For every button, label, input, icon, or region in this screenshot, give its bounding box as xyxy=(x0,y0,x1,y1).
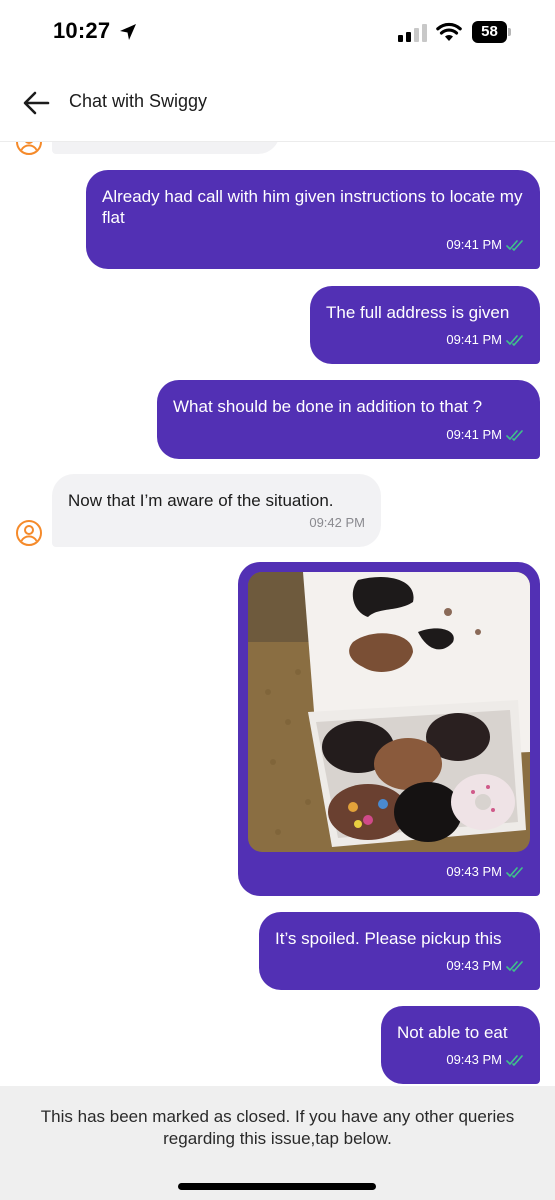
double-check-icon xyxy=(506,960,523,972)
message-meta: 09:43 PM xyxy=(446,861,524,882)
location-arrow-icon xyxy=(120,24,136,40)
home-indicator[interactable] xyxy=(178,1183,376,1190)
arrow-left-icon[interactable] xyxy=(22,90,50,116)
message-text: Not able to eat xyxy=(397,1023,508,1042)
message-text: It’s spoiled. Please pickup this xyxy=(275,929,502,948)
message-bubble-incoming[interactable]: Now that I’m aware of the situation. 09:… xyxy=(52,474,381,547)
message-text: The full address is given xyxy=(326,303,510,322)
status-time: 10:27 xyxy=(53,18,111,43)
message-time: 09:41 PM xyxy=(446,237,502,252)
message-text: Now that I’m aware of the situation. xyxy=(68,491,334,510)
message-meta: 09:43 PM xyxy=(446,955,524,976)
status-bar: 10:27 58 xyxy=(0,0,555,64)
message-bubble-outgoing[interactable]: It’s spoiled. Please pickup this 09:43 P… xyxy=(259,912,540,990)
message-text: What should be done in addition to that … xyxy=(173,397,483,416)
chat-message-list[interactable]: Already had call with him given instruct… xyxy=(0,142,555,1086)
battery-indicator: 58 xyxy=(472,21,512,43)
double-check-icon xyxy=(506,1054,523,1066)
battery-level: 58 xyxy=(481,23,498,40)
double-check-icon xyxy=(506,429,523,441)
message-time: 09:41 PM xyxy=(446,427,502,442)
cellular-signal-icon xyxy=(398,24,427,42)
message-bubble-outgoing[interactable]: What should be done in addition to that … xyxy=(157,380,540,459)
double-check-icon xyxy=(506,866,523,878)
double-check-icon xyxy=(506,239,523,251)
agent-avatar-icon xyxy=(16,142,42,155)
message-time: 09:41 PM xyxy=(446,332,502,347)
message-time: 09:43 PM xyxy=(446,958,502,973)
message-meta: 09:41 PM xyxy=(446,424,524,445)
message-text: Already had call with him given instruct… xyxy=(102,187,523,227)
agent-avatar-icon xyxy=(16,520,42,546)
box-of-spoiled-donuts-photo[interactable] xyxy=(248,572,530,852)
header-title: Chat with Swiggy xyxy=(69,91,208,111)
message-meta: 09:41 PM xyxy=(446,234,524,255)
battery-nub xyxy=(508,28,511,36)
message-meta: 09:41 PM xyxy=(446,329,524,350)
chat-header: Chat with Swiggy xyxy=(0,64,555,142)
message-meta: 09:43 PM xyxy=(446,1049,524,1070)
message-bubble-outgoing[interactable]: The full address is given 09:41 PM xyxy=(310,286,540,364)
message-bubble-outgoing[interactable]: Already had call with him given instruct… xyxy=(86,170,540,269)
message-meta: 09:42 PM xyxy=(309,512,365,533)
closed-notice-text: This has been marked as closed. If you h… xyxy=(40,1107,515,1148)
message-time: 09:42 PM xyxy=(309,515,365,530)
previous-incoming-bubble xyxy=(52,142,280,154)
double-check-icon xyxy=(506,334,523,346)
message-bubble-image[interactable]: 09:43 PM xyxy=(238,562,540,896)
message-bubble-outgoing[interactable]: Not able to eat 09:43 PM xyxy=(381,1006,540,1084)
wifi-icon xyxy=(436,22,462,41)
message-time: 09:43 PM xyxy=(446,864,502,879)
message-time: 09:43 PM xyxy=(446,1052,502,1067)
